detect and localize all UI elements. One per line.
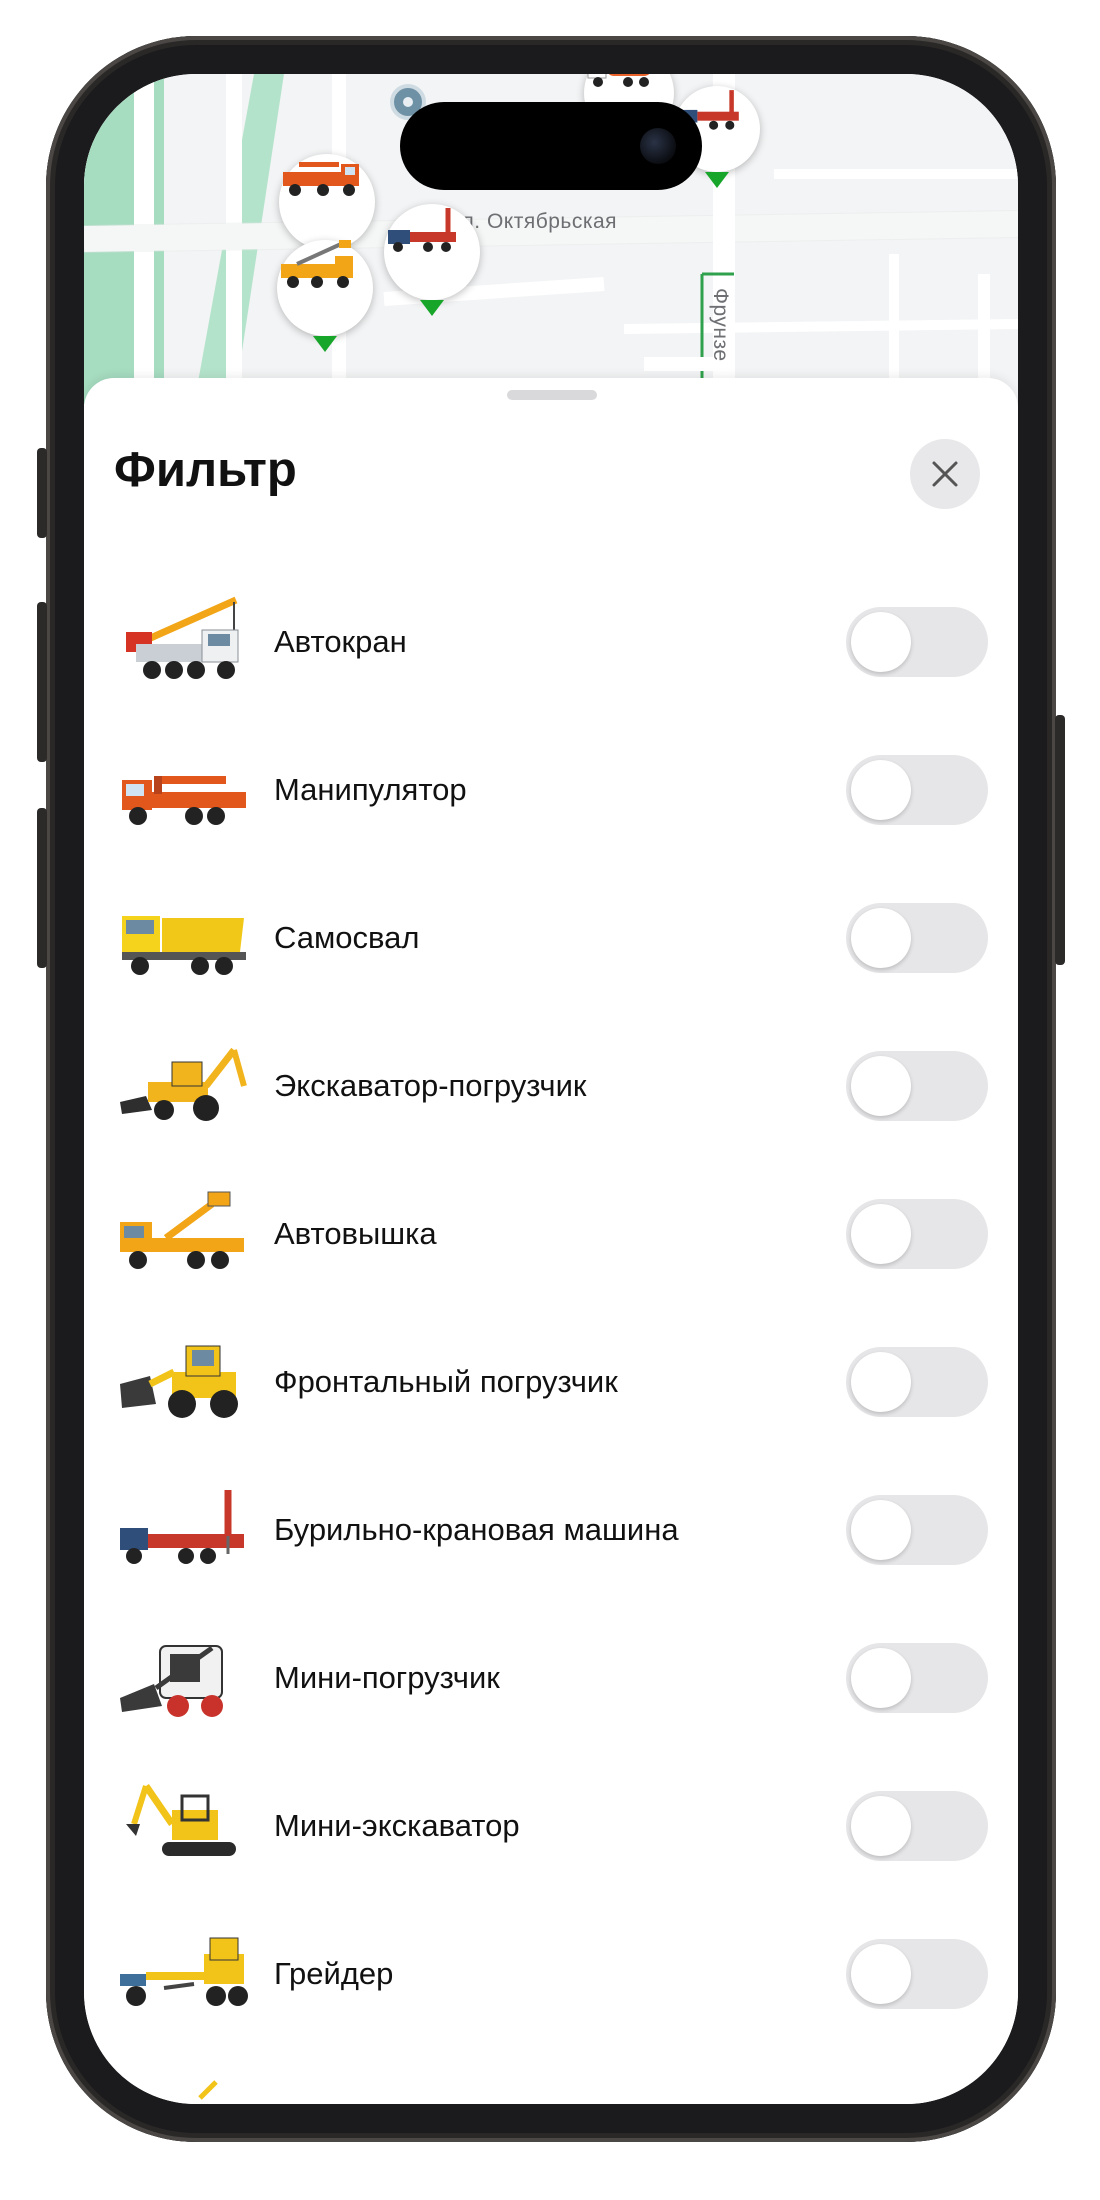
- toggle-knob: [851, 908, 911, 968]
- street-label-frunze: Фрунзе: [709, 288, 732, 362]
- manipulator-truck-icon: [283, 162, 359, 196]
- filter-row-manipulyator: Манипулятор: [84, 716, 1018, 864]
- close-button[interactable]: [910, 439, 980, 509]
- filter-row-burilno-kranovaya: Бурильно-крановая машина: [84, 1456, 1018, 1604]
- toggle-knob: [851, 612, 911, 672]
- filter-toggle-greider[interactable]: [846, 1939, 988, 2009]
- filter-label: Экскаватор-погрузчик: [274, 1068, 587, 1103]
- filter-row-avtovyshka: Автовышка: [84, 1160, 1018, 1308]
- filter-row-frontalnyi-pogruzchik: Фронтальный погрузчик: [84, 1308, 1018, 1456]
- toggle-knob: [851, 1204, 911, 1264]
- filter-label: Автовышка: [274, 1216, 437, 1251]
- marker-tip-icon: [420, 300, 444, 316]
- filter-row-mini-ekskavator: Мини-экскаватор: [84, 1752, 1018, 1900]
- filter-toggle-samosval[interactable]: [846, 903, 988, 973]
- toggle-knob: [851, 760, 911, 820]
- backhoe-loader-icon: [114, 1036, 254, 1136]
- filter-row-avtokran: Автокран: [84, 568, 1018, 716]
- crane-truck-icon: [114, 592, 254, 692]
- skid-steer-icon: [114, 1628, 254, 1728]
- filter-sheet: Фильтр Автокран Манипулятор Самосвал Экс…: [84, 378, 1018, 2104]
- map-marker-drilling-crane[interactable]: [384, 204, 480, 300]
- sheet-title: Фильтр: [114, 443, 297, 497]
- map-marker-aerial-platform[interactable]: [277, 240, 373, 336]
- partial-equipment-icon: [114, 2072, 254, 2104]
- sheet-grabber-handle[interactable]: [507, 390, 597, 400]
- filter-list: Автокран Манипулятор Самосвал Экскаватор…: [84, 568, 1018, 2104]
- filter-toggle-mini-pogruzchik[interactable]: [846, 1643, 988, 1713]
- filter-toggle-manipulyator[interactable]: [846, 755, 988, 825]
- power-button: [1055, 715, 1065, 965]
- map-marker-manipulator[interactable]: [279, 154, 375, 250]
- filter-toggle-burilno-kranovaya[interactable]: [846, 1495, 988, 1565]
- filter-row-partial: [84, 2048, 1018, 2104]
- filter-label: Автокран: [274, 624, 407, 659]
- toggle-knob: [851, 1352, 911, 1412]
- marker-tip-icon: [705, 172, 729, 188]
- filter-toggle-mini-ekskavator[interactable]: [846, 1791, 988, 1861]
- volume-down-button: [37, 808, 47, 968]
- filter-label: Грейдер: [274, 1956, 394, 1991]
- drilling-crane-icon: [114, 1480, 254, 1580]
- close-icon: [932, 461, 958, 487]
- filter-toggle-avtokran[interactable]: [846, 607, 988, 677]
- grader-icon: [114, 1924, 254, 2024]
- mute-switch: [37, 448, 47, 538]
- toggle-knob: [851, 1648, 911, 1708]
- filter-row-samosval: Самосвал: [84, 864, 1018, 1012]
- filter-label: Бурильно-крановая машина: [274, 1512, 679, 1547]
- filter-toggle-avtovyshka[interactable]: [846, 1199, 988, 1269]
- filter-label: Фронтальный погрузчик: [274, 1364, 618, 1399]
- street-label-oktyabrskaya: ул. Октябрьская: [451, 210, 618, 233]
- volume-up-button: [37, 602, 47, 762]
- filter-label: Манипулятор: [274, 772, 467, 807]
- manipulator-truck-icon: [114, 740, 254, 840]
- filter-row-greider: Грейдер: [84, 1900, 1018, 2048]
- filter-toggle-frontalnyi-pogruzchik[interactable]: [846, 1347, 988, 1417]
- toggle-knob: [851, 1056, 911, 1116]
- phone-screen: ул. Октябрьская Фрунзе Фильтр Автокран М…: [84, 74, 1018, 2104]
- filter-label: Самосвал: [274, 920, 420, 955]
- tanker-truck-icon: [587, 74, 650, 87]
- toggle-knob: [851, 1796, 911, 1856]
- filter-label: Мини-экскаватор: [274, 1808, 520, 1843]
- marker-tip-icon: [313, 336, 337, 352]
- filter-row-ekskavator-pogruzchik: Экскаватор-погрузчик: [84, 1012, 1018, 1160]
- aerial-platform-icon: [281, 240, 353, 288]
- dump-truck-icon: [114, 888, 254, 988]
- toggle-knob: [851, 1944, 911, 2004]
- toggle-knob: [851, 1500, 911, 1560]
- drilling-crane-icon: [388, 208, 456, 252]
- filter-row-mini-pogruzchik: Мини-погрузчик: [84, 1604, 1018, 1752]
- filter-label: Мини-погрузчик: [274, 1660, 500, 1695]
- mini-excavator-icon: [114, 1776, 254, 1876]
- dynamic-island: [400, 102, 702, 190]
- aerial-platform-icon: [114, 1184, 254, 1284]
- wheel-loader-icon: [114, 1332, 254, 1432]
- filter-toggle-ekskavator-pogruzchik[interactable]: [846, 1051, 988, 1121]
